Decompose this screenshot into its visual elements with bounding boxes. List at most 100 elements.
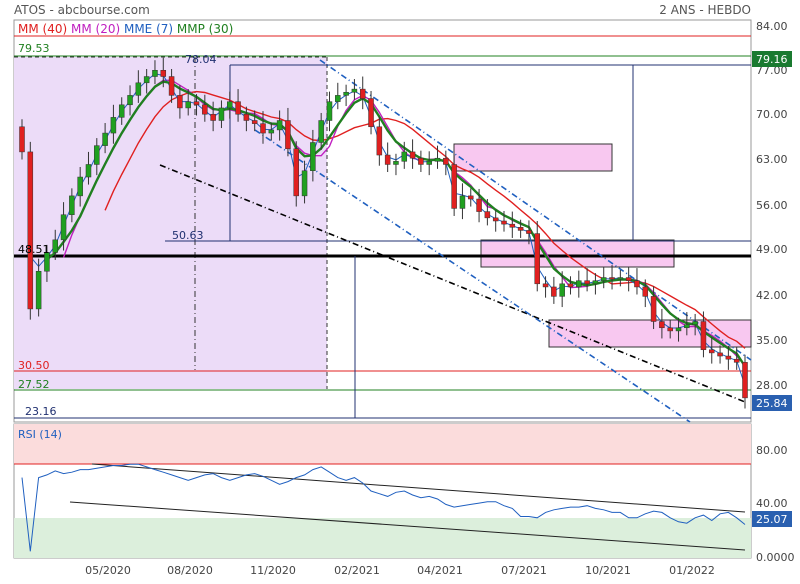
candle-up	[35, 271, 42, 310]
rsi-overbought-zone	[14, 424, 751, 464]
candle-up	[318, 120, 324, 143]
level-label-79-53: 79.53	[18, 42, 50, 55]
level-label-23-16: 23.16	[25, 405, 57, 418]
candle-down	[567, 283, 574, 288]
price-tick: 56.00	[756, 199, 788, 212]
candle-up	[218, 107, 225, 121]
candle-up	[276, 120, 283, 131]
candle-up	[692, 321, 698, 325]
level-label-48-51: 48.51	[18, 243, 50, 256]
last-close-value: 25.84	[756, 397, 788, 410]
candle-down	[534, 233, 540, 285]
candle-up	[335, 95, 341, 102]
rsi-axis: 80.00 40.00 0.0000	[756, 444, 795, 564]
candle-down	[700, 321, 707, 351]
chart-root: 79.53 78.04 50.63 48.51 30.50 27.52 23.1…	[0, 0, 800, 580]
candle-up	[301, 170, 308, 197]
price-tick: 35.00	[756, 334, 788, 347]
candle-down	[27, 151, 34, 310]
candle-up	[69, 195, 75, 215]
rsi-current-value: 25.07	[756, 513, 788, 526]
candle-down	[443, 157, 449, 165]
candle-up	[85, 164, 92, 178]
candle-down	[251, 120, 258, 124]
candle-up	[152, 70, 158, 77]
candle-down	[717, 352, 723, 357]
candle-down	[359, 88, 366, 99]
legend-mme7: MME (7)	[124, 22, 173, 36]
price-tick: 42.00	[756, 289, 788, 302]
candle-up	[343, 91, 349, 96]
candle-down	[451, 164, 457, 209]
candle-up	[135, 82, 142, 96]
time-tick: 07/2021	[501, 564, 547, 577]
candle-up	[326, 101, 333, 121]
candle-down	[584, 280, 590, 285]
candle-up	[60, 214, 67, 241]
candle-down	[168, 76, 175, 96]
time-tick: 02/2021	[334, 564, 380, 577]
candle-down	[193, 101, 200, 106]
candle-down	[260, 123, 266, 134]
candle-up	[401, 151, 408, 162]
candle-down	[384, 154, 391, 165]
legend-mm40: MM (40)	[18, 22, 67, 36]
legend-mm20: MM (20)	[71, 22, 120, 36]
time-tick: 08/2020	[167, 564, 213, 577]
candle-up	[94, 145, 100, 165]
candle-down	[509, 223, 516, 228]
resistance-box-1	[453, 143, 613, 172]
candle-down	[468, 195, 474, 200]
candle-down	[177, 95, 183, 109]
candle-down	[476, 198, 482, 212]
candle-down	[725, 355, 732, 360]
candle-down	[526, 230, 532, 234]
candle-up	[268, 129, 275, 134]
price-chart: 79.53 78.04 50.63 48.51 30.50 27.52 23.1…	[13, 3, 795, 577]
candle-up	[600, 277, 607, 281]
candle-down	[285, 120, 291, 150]
price-axis: 84.00 77.00 70.00 63.00 56.00 49.00 42.0…	[756, 20, 788, 392]
candle-up	[559, 283, 565, 297]
candle-up	[110, 117, 117, 134]
time-tick: 05/2020	[85, 564, 131, 577]
candle-down	[659, 321, 665, 329]
candle-down	[376, 126, 383, 156]
time-tick: 01/2022	[669, 564, 715, 577]
candle-down	[210, 113, 216, 121]
candle-up	[118, 104, 125, 118]
candle-down	[667, 327, 673, 332]
candle-up	[127, 95, 133, 106]
candle-down	[625, 277, 632, 281]
candle-down	[733, 358, 740, 363]
candle-down	[542, 283, 549, 288]
candle-down	[160, 70, 167, 77]
price-tick: 84.00	[756, 20, 788, 33]
candle-down	[492, 217, 499, 222]
price-tick: 70.00	[756, 108, 788, 121]
current-price-value: 79.16	[756, 53, 788, 66]
candle-up	[459, 195, 466, 209]
time-tick: 04/2021	[417, 564, 463, 577]
candle-up	[576, 280, 582, 288]
legend-mmp30: MMP (30)	[177, 22, 233, 36]
candle-down	[293, 148, 299, 197]
candle-down	[709, 349, 715, 354]
candle-down	[517, 227, 524, 231]
candle-up	[227, 101, 233, 109]
candle-up	[77, 176, 83, 197]
candle-up	[310, 142, 316, 171]
time-tick: 11/2020	[250, 564, 296, 577]
candle-down	[202, 104, 208, 115]
candle-down	[235, 101, 241, 115]
candle-up	[675, 327, 682, 332]
candle-down	[551, 286, 557, 297]
time-axis: 05/2020 08/2020 11/2020 02/2021 04/2021 …	[85, 564, 715, 577]
candle-down	[609, 277, 615, 280]
candle-down	[409, 151, 416, 159]
candle-up	[143, 76, 150, 84]
candle-up	[592, 280, 599, 285]
candle-down	[484, 211, 491, 219]
candle-up	[434, 157, 441, 162]
price-tick: 28.00	[756, 379, 788, 392]
